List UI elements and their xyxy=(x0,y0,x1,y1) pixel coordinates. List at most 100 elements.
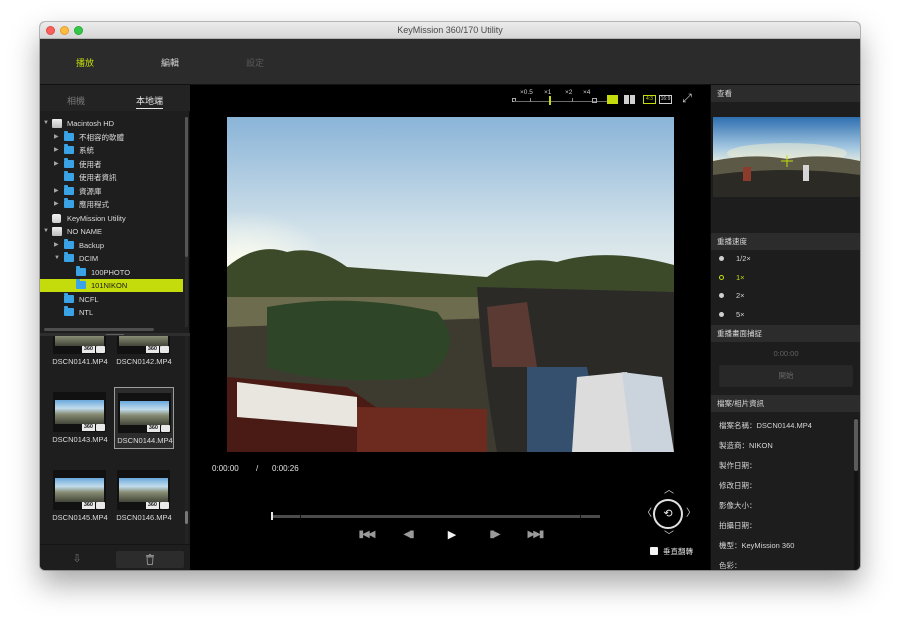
thumbnail-image: 360 xyxy=(53,392,106,432)
speed-option-label: 2× xyxy=(736,291,745,300)
folder-icon xyxy=(64,171,74,181)
seek-bar[interactable] xyxy=(272,515,600,518)
tree-item[interactable]: ▼ DCIM xyxy=(40,252,183,265)
zoom-tick xyxy=(572,98,573,102)
tree-item[interactable]: 使用者資訊 xyxy=(40,171,183,184)
thumbnail-item[interactable]: 360 DSCN0143.MP4 xyxy=(50,387,110,449)
video-camera-icon xyxy=(160,502,169,509)
play-button[interactable]: ▶ xyxy=(442,528,460,542)
seek-handle[interactable] xyxy=(271,512,273,520)
previous-frame-button[interactable]: ◀▮ xyxy=(399,528,417,542)
panorama-preview[interactable] xyxy=(713,117,860,197)
delete-button[interactable] xyxy=(116,551,184,568)
vertical-flip-checkbox[interactable] xyxy=(650,547,658,555)
window-title: KeyMission 360/170 Utility xyxy=(397,25,503,35)
tab-local[interactable]: 本地端 xyxy=(136,94,164,109)
tree-item[interactable]: ▶ Backup xyxy=(40,238,183,252)
speed-option-label: 1× xyxy=(736,272,745,282)
folder-tree: ▼ Macintosh HD ▶ 不相容的軟體 ▶ 系統 ▶ 使用者 使用者資訊 ▶ 資源庫 ▶ 應用程… xyxy=(40,117,185,327)
thumbnail-item[interactable]: 360 DSCN0142.MP4 xyxy=(114,336,174,371)
tree-item[interactable]: ▶ 使用者 xyxy=(40,157,183,171)
zoom-label-1: ×1 xyxy=(544,89,552,96)
file-info-row: 修改日期： xyxy=(719,481,757,490)
capture-time: 0:00:00 xyxy=(773,349,799,358)
tab-camera[interactable]: 相機 xyxy=(67,94,85,107)
disclosure-collapsed-icon[interactable]: ▶ xyxy=(54,131,59,144)
dual-view-right-button[interactable] xyxy=(630,95,635,104)
file-info-row: 製作日期： xyxy=(719,461,757,470)
thumbnail-scrollbar-thumb[interactable] xyxy=(185,511,188,524)
tree-item[interactable]: ▶ 不相容的軟體 xyxy=(40,130,183,144)
zoom-in-icon[interactable] xyxy=(592,98,597,103)
disclosure-collapsed-icon[interactable]: ▶ xyxy=(54,239,59,252)
jump-to-start-button[interactable]: ▮◀◀ xyxy=(357,528,376,542)
tree-item[interactable]: ▶ 資源庫 xyxy=(40,184,183,198)
disclosure-collapsed-icon[interactable]: ▶ xyxy=(54,198,59,211)
tree-item[interactable]: NCFL xyxy=(40,292,183,306)
file-info-row: 機型：KeyMission 360 xyxy=(719,541,795,550)
thumbnail-image: 360 xyxy=(117,336,170,354)
tree-item[interactable]: ▼ NO NAME xyxy=(40,225,183,238)
thumbnail-item[interactable]: 360 DSCN0144.MP4 xyxy=(114,387,174,449)
file-info-row: 拍攝日期： xyxy=(719,521,757,530)
tree-item[interactable]: KeyMission Utility xyxy=(40,212,183,225)
tree-item[interactable]: ▶ 應用程式 xyxy=(40,198,183,211)
vertical-flip-toggle[interactable]: 垂直翻轉 xyxy=(650,546,710,556)
splitter-grip[interactable] xyxy=(106,334,124,335)
next-frame-button[interactable]: ▮▶ xyxy=(485,528,503,542)
pan-down-button[interactable]: ﹀ xyxy=(664,532,674,542)
tree-item[interactable]: NTL xyxy=(40,306,183,319)
single-view-button[interactable] xyxy=(607,95,618,104)
folder-icon xyxy=(64,198,74,208)
thumbnail-item[interactable]: 360 DSCN0145.MP4 xyxy=(50,465,110,527)
video-image xyxy=(227,117,674,452)
video-camera-icon xyxy=(161,425,170,432)
pan-up-button[interactable]: ︿ xyxy=(664,486,674,496)
disclosure-collapsed-icon[interactable]: ▶ xyxy=(54,144,59,157)
thumbnail-item[interactable]: 360 DSCN0146.MP4 xyxy=(114,465,174,527)
info-scrollbar[interactable] xyxy=(854,418,858,570)
dual-view-left-button[interactable] xyxy=(624,95,629,104)
radio-button[interactable] xyxy=(719,256,724,261)
aspect-4-3-button[interactable]: 4:3 xyxy=(643,95,656,104)
aspect-16-9-button[interactable]: 16:9 xyxy=(659,95,672,104)
folder-icon xyxy=(64,292,74,303)
tree-scrollbar[interactable] xyxy=(185,117,188,327)
thumbnail-filename: DSCN0145.MP4 xyxy=(52,513,108,522)
thumbnail-grid: 360 DSCN0141.MP4 360 DSCN0142.MP4 360 DSCN014… xyxy=(40,336,190,544)
thumbnail-scrollbar[interactable] xyxy=(185,336,188,544)
info-scrollbar-thumb[interactable] xyxy=(854,419,858,471)
reset-view-button[interactable]: ⟲ xyxy=(653,499,683,529)
zoom-slider[interactable]: ×0.5 ×1 ×2 ×4 xyxy=(510,89,622,107)
thumbnail-item[interactable]: 360 DSCN0141.MP4 xyxy=(50,336,110,371)
pan-left-button[interactable]: 〈 xyxy=(642,509,652,519)
video-frame[interactable] xyxy=(227,117,674,452)
download-button[interactable]: ⇩ xyxy=(48,551,106,568)
disclosure-expanded-icon[interactable]: ▼ xyxy=(43,117,49,130)
video-camera-icon xyxy=(96,502,105,509)
jump-to-end-button[interactable]: ▶▶▮ xyxy=(526,528,545,542)
radio-button[interactable] xyxy=(719,311,724,317)
tree-item[interactable]: 100PHOTO xyxy=(40,265,183,279)
seek-bar-segment-mark xyxy=(580,515,581,518)
radio-button[interactable] xyxy=(719,293,724,298)
pan-right-button[interactable]: 〉 xyxy=(686,509,696,519)
tree-scrollbar-thumb[interactable] xyxy=(185,117,188,257)
browser-panel: 相機 本地端 ▼ Macintosh HD ▶ 不相容的軟體 ▶ 系統 ▶ 使用者 使用者資訊 ▶… xyxy=(40,85,190,570)
zoom-knob[interactable] xyxy=(549,96,551,105)
tree-item[interactable]: ▼ Macintosh HD xyxy=(40,117,183,130)
disclosure-expanded-icon[interactable]: ▼ xyxy=(54,252,60,265)
tree-horizontal-scrollbar[interactable] xyxy=(44,328,154,331)
tab-edit[interactable]: 編輯 xyxy=(161,56,179,69)
tree-item[interactable]: 101NIKON xyxy=(40,279,183,292)
thumbnail-image: 360 xyxy=(53,336,106,354)
disclosure-collapsed-icon[interactable]: ▶ xyxy=(54,185,59,198)
thumbnail-filename: DSCN0143.MP4 xyxy=(52,435,108,444)
fullscreen-icon[interactable]: ⤢ xyxy=(680,91,694,105)
tree-item[interactable]: ▶ 系統 xyxy=(40,144,183,157)
radio-button[interactable] xyxy=(719,274,724,280)
disclosure-collapsed-icon[interactable]: ▶ xyxy=(54,158,59,171)
tab-playback[interactable]: 播放 xyxy=(76,56,94,69)
disclosure-expanded-icon[interactable]: ▼ xyxy=(43,225,49,238)
tree-item-label: Backup xyxy=(79,240,105,250)
